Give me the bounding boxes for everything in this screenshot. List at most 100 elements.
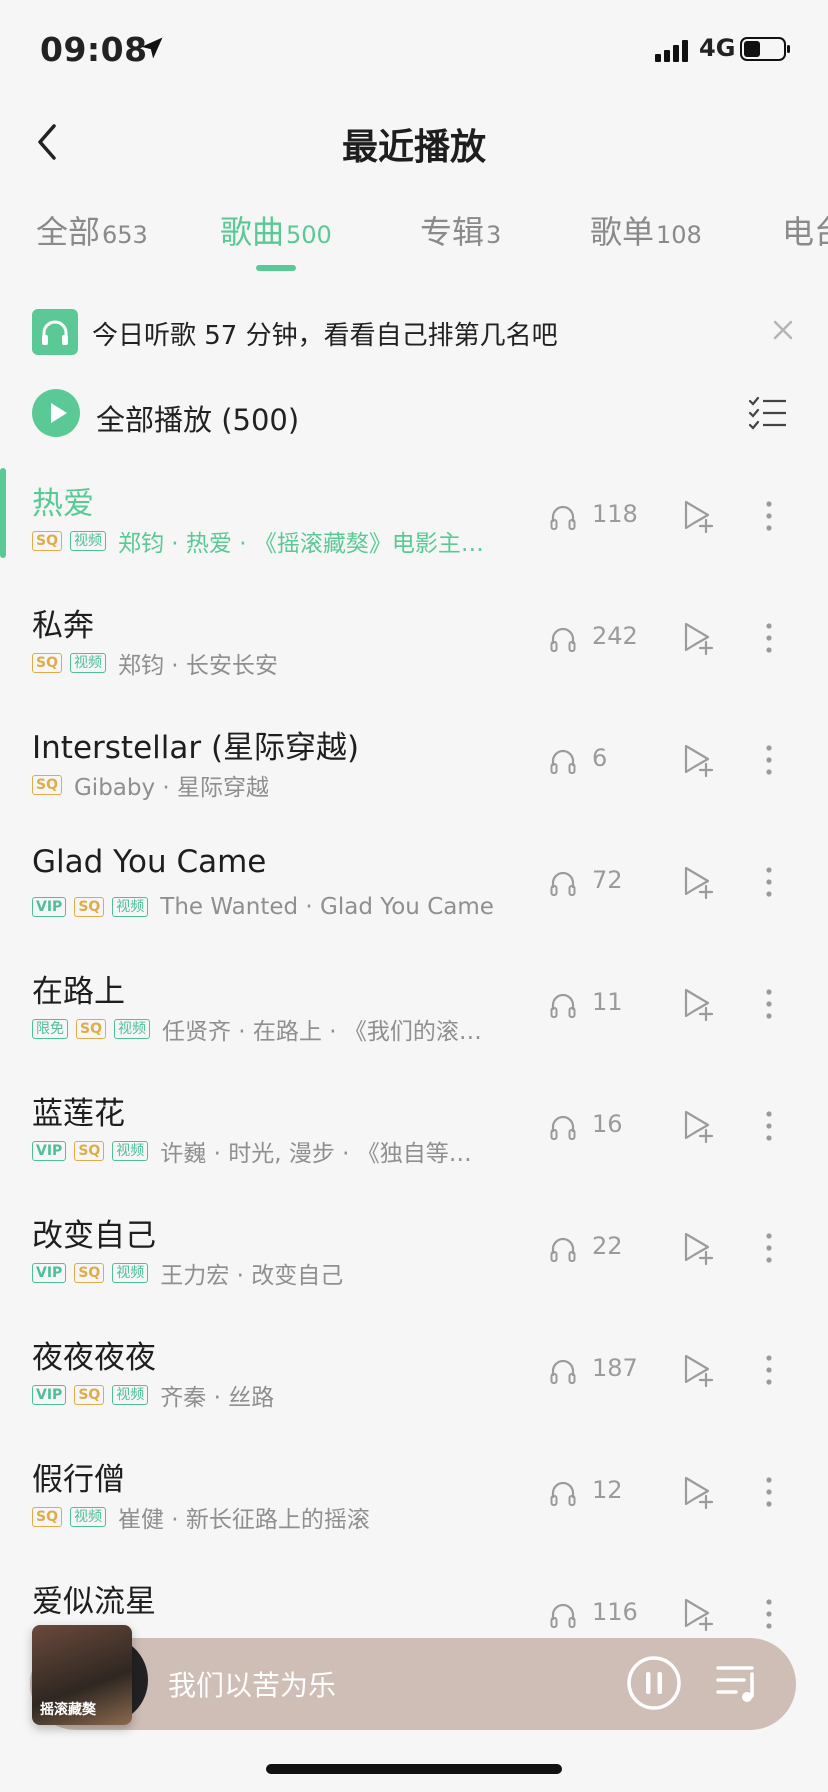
- artist-album: 任贤齐 · 在路上 · 《我们的滚…: [161, 1019, 482, 1045]
- battery-icon: [740, 37, 790, 61]
- play-count: 118: [592, 500, 638, 528]
- more-vertical-icon[interactable]: [762, 1108, 776, 1144]
- tab-label: 歌曲: [220, 213, 285, 251]
- add-to-playlist-icon[interactable]: [680, 1596, 716, 1632]
- tab-playlists[interactable]: 歌单108: [590, 207, 702, 253]
- song-title: 蓝莲花: [32, 1096, 125, 1132]
- quality-badge: 视频: [112, 1263, 149, 1283]
- page-title: 最近播放: [341, 127, 486, 168]
- headphone-icon: [550, 871, 576, 896]
- close-icon[interactable]: [770, 317, 796, 343]
- artist-album: Gibaby · 星际穿越: [73, 775, 270, 801]
- play-count: 22: [592, 1232, 623, 1260]
- add-to-playlist-icon[interactable]: [680, 1352, 716, 1388]
- tab-label: 电台: [782, 213, 828, 251]
- song-meta: 限免 SQ 视频 任贤齐 · 在路上 · 《我们的滚…: [32, 1012, 527, 1046]
- add-to-playlist-icon[interactable]: [680, 620, 716, 656]
- play-count: 12: [592, 1476, 623, 1504]
- song-row[interactable]: 在路上 限免 SQ 视频 任贤齐 · 在路上 · 《我们的滚… 11: [0, 950, 828, 1072]
- tab-count: 3: [486, 221, 502, 249]
- add-to-playlist-icon[interactable]: [680, 1230, 716, 1266]
- playlist-icon[interactable]: [714, 1660, 762, 1706]
- song-list: 热爱 SQ 视频 郑钧 · 热爱 · 《摇滚藏獒》电影主… 118 私奔 SQ 视频 郑钧 …: [0, 462, 828, 1682]
- tab-songs[interactable]: 歌曲500: [220, 207, 332, 253]
- add-to-playlist-icon[interactable]: [680, 986, 716, 1022]
- quality-badge: SQ: [74, 897, 105, 917]
- banner-text: 今日听歌 57 分钟，看看自己排第几名吧: [92, 321, 558, 351]
- add-to-playlist-icon[interactable]: [680, 864, 716, 900]
- song-row[interactable]: 假行僧 SQ 视频 崔健 · 新长征路上的摇滚 12: [0, 1438, 828, 1560]
- quality-badge: SQ: [32, 775, 62, 795]
- location-arrow-icon: [141, 37, 163, 59]
- quality-badge: 视频: [112, 897, 149, 917]
- more-vertical-icon[interactable]: [762, 864, 776, 900]
- song-title: 夜夜夜夜: [32, 1340, 156, 1376]
- more-vertical-icon[interactable]: [762, 1474, 776, 1510]
- play-count: 11: [592, 988, 623, 1016]
- quality-badge: SQ: [74, 1385, 105, 1405]
- add-to-playlist-icon[interactable]: [680, 498, 716, 534]
- quality-badge: VIP: [32, 1385, 67, 1405]
- song-meta: VIP SQ 视频 齐秦 · 丝路: [32, 1378, 527, 1412]
- play-count: 16: [592, 1110, 623, 1138]
- tab-label: 全部: [36, 213, 101, 251]
- status-bar: 09:08 4G: [0, 0, 828, 100]
- multi-select-icon[interactable]: [748, 395, 788, 431]
- more-vertical-icon[interactable]: [762, 1596, 776, 1632]
- pause-button[interactable]: [626, 1655, 682, 1711]
- tab-all[interactable]: 全部653: [36, 207, 148, 253]
- headphone-icon: [550, 1359, 576, 1384]
- quality-badge: VIP: [32, 897, 67, 917]
- artist-album: 齐秦 · 丝路: [160, 1385, 275, 1411]
- tab-count: 653: [102, 221, 148, 249]
- song-meta: SQ 视频 崔健 · 新长征路上的摇滚: [32, 1500, 527, 1534]
- song-meta: VIP SQ 视频 The Wanted · Glad You Came: [32, 890, 527, 924]
- song-row[interactable]: 热爱 SQ 视频 郑钧 · 热爱 · 《摇滚藏獒》电影主… 118: [0, 462, 828, 584]
- song-meta: SQ Gibaby · 星际穿越: [32, 768, 527, 802]
- headphone-icon: [550, 1115, 576, 1140]
- song-row[interactable]: 改变自己 VIP SQ 视频 王力宏 · 改变自己 22: [0, 1194, 828, 1316]
- artist-album: The Wanted · Glad You Came: [160, 894, 494, 920]
- song-title: 改变自己: [32, 1218, 156, 1254]
- song-title: Interstellar (星际穿越): [32, 730, 360, 766]
- song-meta: VIP SQ 视频 许巍 · 时光, 漫步 · 《独自等…: [32, 1134, 527, 1168]
- now-playing-title[interactable]: 我们以苦为乐: [168, 1664, 336, 1704]
- quality-badge: 视频: [113, 1019, 150, 1039]
- quality-badge: 视频: [69, 531, 106, 551]
- tab-albums[interactable]: 专辑3: [420, 207, 501, 253]
- artist-album: 崔健 · 新长征路上的摇滚: [117, 1507, 370, 1533]
- status-time: 09:08: [40, 30, 148, 69]
- more-vertical-icon[interactable]: [762, 1230, 776, 1266]
- song-meta: VIP SQ 视频 王力宏 · 改变自己: [32, 1256, 527, 1290]
- add-to-playlist-icon[interactable]: [680, 1474, 716, 1510]
- play-count: 116: [592, 1598, 638, 1626]
- add-to-playlist-icon[interactable]: [680, 1108, 716, 1144]
- cover-title: 摇滚藏獒: [40, 1702, 96, 1718]
- play-count: 6: [592, 744, 608, 772]
- tab-radio[interactable]: 电台: [782, 207, 828, 253]
- more-vertical-icon[interactable]: [762, 498, 776, 534]
- add-to-playlist-icon[interactable]: [680, 742, 716, 778]
- more-vertical-icon[interactable]: [762, 1352, 776, 1388]
- song-row[interactable]: 蓝莲花 VIP SQ 视频 许巍 · 时光, 漫步 · 《独自等… 16: [0, 1072, 828, 1194]
- artist-album: 许巍 · 时光, 漫步 · 《独自等…: [160, 1141, 472, 1167]
- song-row[interactable]: 夜夜夜夜 VIP SQ 视频 齐秦 · 丝路 187: [0, 1316, 828, 1438]
- song-row[interactable]: Glad You Came VIP SQ 视频 The Wanted · Glad Yo…: [0, 828, 828, 950]
- song-title: 假行僧: [32, 1462, 125, 1498]
- more-vertical-icon[interactable]: [762, 620, 776, 656]
- album-cover[interactable]: 摇滚藏獒: [32, 1625, 132, 1725]
- song-row[interactable]: Interstellar (星际穿越) SQ Gibaby · 星际穿越 6: [0, 706, 828, 828]
- headphone-icon: [550, 1603, 576, 1628]
- quality-badge: SQ: [32, 1507, 62, 1527]
- quality-badge: VIP: [32, 1141, 67, 1161]
- play-all-row[interactable]: 全部播放 (500): [0, 385, 828, 445]
- play-circle-icon[interactable]: [32, 389, 80, 437]
- home-indicator: [266, 1764, 562, 1774]
- song-meta: SQ 视频 郑钧 · 长安长安: [32, 646, 527, 680]
- listening-stats-banner[interactable]: 今日听歌 57 分钟，看看自己排第几名吧: [0, 305, 828, 365]
- more-vertical-icon[interactable]: [762, 986, 776, 1022]
- quality-badge: 限免: [32, 1019, 68, 1039]
- more-vertical-icon[interactable]: [762, 742, 776, 778]
- tab-label: 专辑: [420, 213, 485, 251]
- song-row[interactable]: 私奔 SQ 视频 郑钧 · 长安长安 242: [0, 584, 828, 706]
